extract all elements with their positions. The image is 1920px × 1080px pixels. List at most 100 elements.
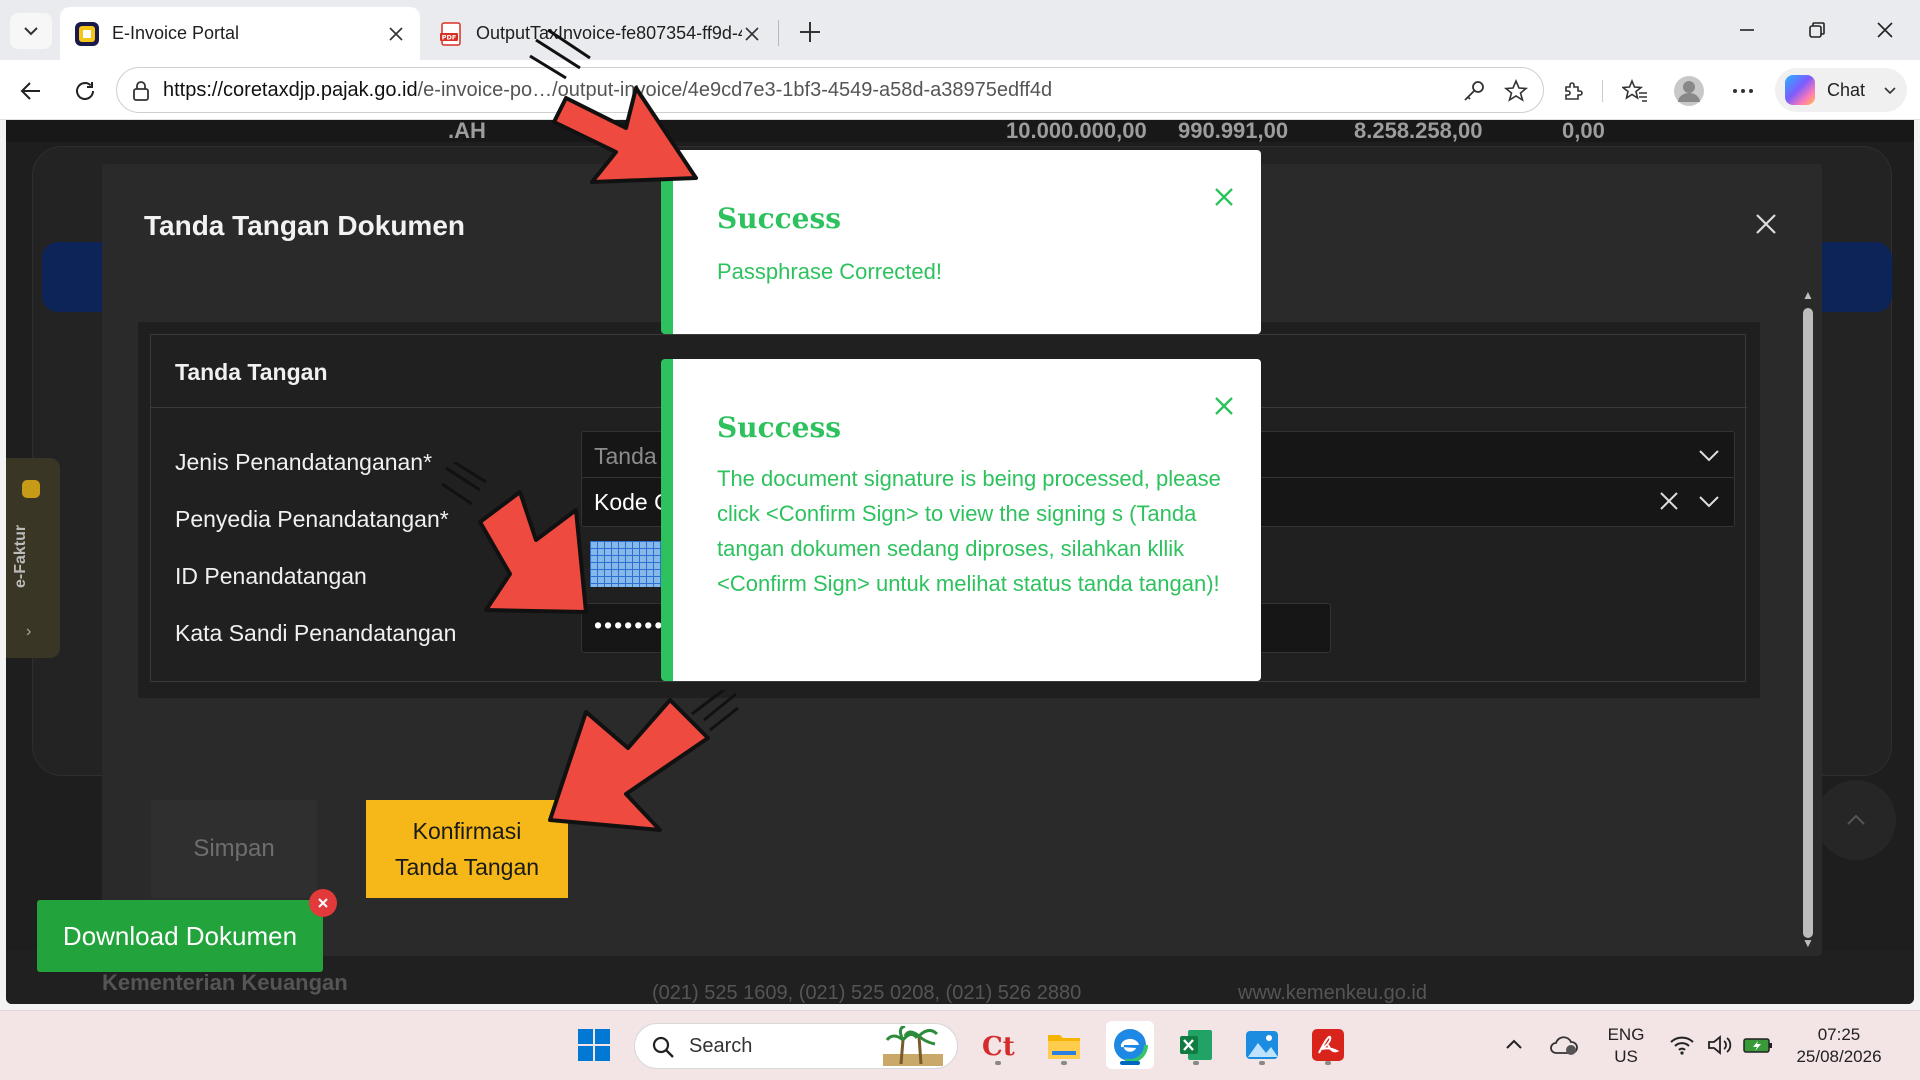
more-horizontal-icon — [1733, 89, 1753, 93]
save-button[interactable]: Simpan — [151, 800, 317, 898]
avatar-icon — [1674, 76, 1704, 106]
ct-app-icon: Ct — [982, 1032, 1015, 1062]
running-indicator — [1061, 1061, 1067, 1065]
favorites-icon — [1622, 79, 1647, 102]
back-button[interactable] — [12, 72, 50, 110]
toolbar-separator — [1602, 80, 1603, 102]
toast-close-button[interactable] — [1209, 391, 1239, 421]
tab-e-invoice-portal[interactable]: E-Invoice Portal — [60, 7, 420, 60]
excel-icon — [1180, 1030, 1212, 1060]
extensions-button[interactable] — [1554, 72, 1592, 110]
running-indicator — [1193, 1061, 1199, 1065]
palm-tree-icon — [883, 1026, 943, 1066]
taskbar-acrobat[interactable] — [1304, 1021, 1352, 1069]
toast-title: Success — [717, 202, 842, 235]
edge-browser-icon — [1112, 1027, 1148, 1063]
tab-title: E-Invoice Portal — [112, 23, 240, 43]
scroll-up-arrow[interactable]: ▲ — [1802, 288, 1814, 302]
side-tab-label: e-Faktur — [12, 524, 29, 588]
download-document-button[interactable]: Download Dokumen — [37, 900, 323, 972]
clock[interactable]: 07:25 25/08/2026 — [1784, 1024, 1894, 1068]
language-line2: US — [1614, 1047, 1638, 1066]
taskbar-search[interactable]: Search — [634, 1023, 958, 1069]
copilot-chat-button[interactable]: Chat — [1775, 68, 1907, 112]
toast-message: The document signature is being processe… — [717, 466, 1221, 596]
toast-close-button[interactable] — [1209, 182, 1239, 212]
tray-wifi[interactable] — [1664, 1021, 1700, 1069]
reload-button[interactable] — [66, 72, 104, 110]
scroll-down-arrow[interactable]: ▼ — [1802, 936, 1814, 950]
chevron-down-icon — [1699, 450, 1719, 462]
tab-list-button[interactable] — [10, 13, 52, 49]
tray-overflow-button[interactable] — [1496, 1021, 1532, 1069]
start-button[interactable] — [570, 1021, 618, 1069]
clock-time: 07:25 — [1817, 1025, 1861, 1044]
taskbar-photos[interactable] — [1238, 1021, 1286, 1069]
arrow-left-icon — [20, 82, 40, 100]
e-invoice-favicon — [75, 21, 99, 46]
svg-text:PDF: PDF — [442, 33, 457, 41]
screen: E-Invoice Portal PDF OutputTaxInvoice-fe… — [0, 0, 1920, 1080]
tab-close-button[interactable] — [742, 24, 762, 44]
running-indicator — [995, 1061, 1001, 1065]
confirm-sign-button[interactable]: Konfirmasi Tanda Tangan — [366, 800, 568, 898]
tab-separator — [778, 20, 779, 46]
favorites-button[interactable] — [1616, 72, 1654, 110]
close-icon — [1215, 188, 1233, 206]
taskbar-edge[interactable] — [1106, 1021, 1154, 1069]
running-indicator — [1325, 1061, 1331, 1065]
url-path: /e-invoice-po…/output-invoice/4e9cd7e3-1… — [417, 79, 1053, 101]
puzzle-icon — [1565, 82, 1583, 100]
close-icon — [318, 898, 328, 908]
taskbar-app-ct[interactable]: Ct — [974, 1021, 1022, 1069]
footer-phone: (021) 525 1609, (021) 525 0208, (021) 52… — [652, 982, 1082, 1004]
e-faktur-side-tab[interactable]: e-Faktur › — [6, 458, 60, 658]
scroll-to-top-button[interactable] — [1816, 780, 1896, 860]
lock-icon — [133, 81, 149, 101]
background-total: 8.258.258,00 — [1354, 120, 1483, 143]
restore-button[interactable] — [1792, 10, 1842, 50]
more-menu-button[interactable] — [1724, 72, 1762, 110]
tab-close-button[interactable] — [386, 24, 406, 44]
restore-icon — [1809, 22, 1825, 38]
taskbar-excel[interactable] — [1172, 1021, 1220, 1069]
modal-close-button[interactable] — [1748, 206, 1784, 242]
close-icon — [745, 26, 759, 41]
windows-logo-icon — [578, 1029, 610, 1061]
wifi-icon — [1670, 1036, 1694, 1055]
browser-tab-bar: E-Invoice Portal PDF OutputTaxInvoice-fe… — [0, 0, 1920, 60]
tray-volume[interactable] — [1702, 1021, 1738, 1069]
minimize-button[interactable] — [1722, 10, 1772, 50]
tray-battery[interactable] — [1740, 1021, 1776, 1069]
toast-signature-processing: Success The document signature is being … — [661, 359, 1261, 681]
address-bar[interactable]: https://coretaxdjp.pajak.go.id/e-invoice… — [116, 67, 1544, 113]
modal-scrollbar-thumb[interactable] — [1803, 308, 1813, 938]
background-row-label: .AH — [448, 120, 486, 143]
toast-passphrase: Success Passphrase Corrected! — [661, 150, 1261, 334]
chevron-right-icon: › — [26, 623, 32, 640]
cloud-icon — [1550, 1036, 1578, 1055]
footer-website: www.kemenkeu.go.id — [1238, 982, 1427, 1004]
download-dismiss-button[interactable] — [309, 889, 337, 917]
background-table-strip — [6, 120, 1914, 142]
window-close-button[interactable] — [1860, 10, 1910, 50]
reload-icon — [76, 82, 94, 100]
language-line1: ENG — [1607, 1025, 1645, 1044]
close-icon — [1877, 22, 1893, 38]
annotation-arrow-icon — [529, 28, 698, 184]
running-indicator — [1120, 1061, 1140, 1065]
field-label-signer-id: ID Penandatangan — [175, 563, 367, 589]
new-tab-button[interactable] — [792, 14, 828, 50]
windows-taskbar: Search Ct ENG US 07:25 25/08/2026 — [0, 1010, 1920, 1080]
battery-charging-icon — [1743, 1038, 1772, 1053]
profile-button[interactable] — [1670, 72, 1708, 110]
background-total: 0,00 — [1562, 120, 1605, 143]
clear-icon[interactable] — [1658, 490, 1680, 512]
field-label-signing-provider: Penyedia Penandatangan* — [175, 506, 449, 532]
taskbar-file-explorer[interactable] — [1040, 1021, 1088, 1069]
key-icon[interactable] — [1461, 78, 1487, 104]
language-indicator[interactable]: ENG US — [1596, 1024, 1656, 1068]
background-total: 990.991,00 — [1178, 120, 1289, 143]
star-icon[interactable] — [1503, 78, 1529, 104]
tray-onedrive[interactable] — [1544, 1021, 1584, 1069]
